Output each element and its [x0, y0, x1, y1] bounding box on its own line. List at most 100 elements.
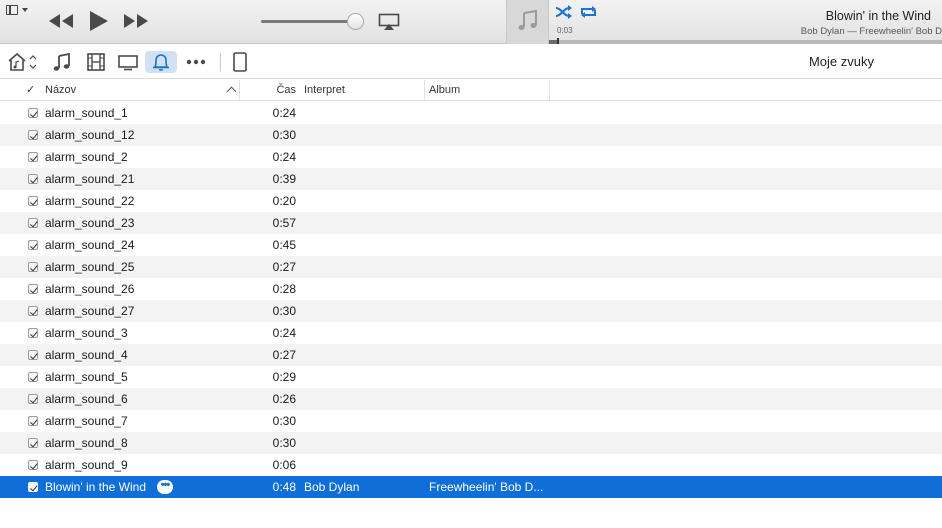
airplay-icon	[378, 13, 400, 30]
more-media-button[interactable]	[184, 51, 208, 73]
progress-scrubber[interactable]	[557, 38, 559, 44]
media-toolbar: Moje zvuky	[0, 45, 942, 79]
track-album	[429, 234, 549, 256]
row-checkbox[interactable]	[28, 284, 38, 294]
track-time: 0:27	[272, 348, 296, 362]
track-time: 0:29	[272, 370, 296, 384]
track-time: 0:20	[272, 194, 296, 208]
repeat-button[interactable]	[579, 5, 598, 19]
window-menu-icon	[6, 5, 18, 15]
track-album	[429, 366, 549, 388]
row-checkbox[interactable]	[28, 372, 38, 382]
play-button[interactable]	[86, 9, 110, 33]
table-row[interactable]: alarm_sound_2 0:24	[0, 146, 942, 168]
track-artist	[304, 168, 424, 190]
row-checkbox[interactable]	[28, 240, 38, 250]
table-row[interactable]: alarm_sound_3 0:24	[0, 322, 942, 344]
bell-icon	[153, 54, 169, 71]
track-artist	[304, 124, 424, 146]
volume-track	[261, 20, 361, 23]
track-time: 0:30	[272, 128, 296, 142]
row-checkbox[interactable]	[28, 416, 38, 426]
table-row[interactable]: alarm_sound_12 0:30	[0, 124, 942, 146]
row-checkbox[interactable]	[28, 306, 38, 316]
empty-row	[0, 498, 942, 520]
tab-movies[interactable]	[86, 51, 106, 73]
row-checkbox[interactable]	[28, 438, 38, 448]
airplay-button[interactable]	[378, 13, 400, 31]
track-album	[429, 388, 549, 410]
track-artist	[304, 102, 424, 124]
row-checkbox[interactable]	[28, 394, 38, 404]
table-row[interactable]: alarm_sound_27 0:30	[0, 300, 942, 322]
table-row[interactable]: alarm_sound_8 0:30	[0, 432, 942, 454]
shuffle-button[interactable]	[555, 5, 573, 19]
tab-tones[interactable]	[145, 51, 177, 73]
elapsed-time: 0:03	[557, 26, 573, 35]
tab-music[interactable]	[52, 51, 72, 73]
table-row[interactable]: alarm_sound_25 0:27	[0, 256, 942, 278]
tab-tv-shows[interactable]	[117, 51, 139, 73]
row-checkbox[interactable]	[28, 262, 38, 272]
track-name: alarm_sound_26	[45, 282, 135, 296]
track-album	[429, 322, 549, 344]
table-row[interactable]: alarm_sound_5 0:29	[0, 366, 942, 388]
track-name: alarm_sound_21	[45, 172, 135, 186]
track-artist	[304, 454, 424, 476]
track-artist	[304, 322, 424, 344]
track-name: alarm_sound_23	[45, 216, 135, 230]
library-selector-button[interactable]	[7, 51, 41, 73]
table-row[interactable]: alarm_sound_26 0:28	[0, 278, 942, 300]
column-header-album[interactable]: Album	[425, 80, 550, 101]
row-checkbox[interactable]	[28, 108, 38, 118]
table-row[interactable]: alarm_sound_24 0:45	[0, 234, 942, 256]
column-header-name-label: Názov	[45, 84, 77, 96]
table-row[interactable]: alarm_sound_9 0:06	[0, 454, 942, 476]
track-time: 0:27	[272, 260, 296, 274]
track-name: alarm_sound_6	[45, 392, 128, 406]
track-name: alarm_sound_25	[45, 260, 135, 274]
table-row[interactable]: alarm_sound_7 0:30	[0, 410, 942, 432]
progress-fill	[549, 40, 557, 44]
row-checkbox[interactable]	[28, 174, 38, 184]
track-artist	[304, 278, 424, 300]
chevron-down-icon	[22, 8, 28, 12]
row-checkbox[interactable]	[28, 130, 38, 140]
row-checkbox[interactable]	[28, 328, 38, 338]
table-row[interactable]: alarm_sound_1 0:24	[0, 102, 942, 124]
row-checkbox[interactable]	[28, 152, 38, 162]
table-row[interactable]: alarm_sound_21 0:39	[0, 168, 942, 190]
column-header-time[interactable]: Čas	[240, 80, 300, 101]
album-artwork[interactable]	[506, 0, 549, 44]
row-checkbox[interactable]	[28, 218, 38, 228]
window-menu-button[interactable]	[6, 4, 32, 18]
column-header-artist[interactable]: Interpret	[300, 80, 425, 101]
row-checkbox[interactable]	[28, 350, 38, 360]
previous-track-button[interactable]	[47, 12, 75, 30]
next-track-button[interactable]	[122, 12, 150, 30]
row-checkbox[interactable]	[28, 482, 38, 492]
track-more-options-button[interactable]: •••	[157, 480, 173, 494]
row-checkbox[interactable]	[28, 196, 38, 206]
music-note-icon	[518, 9, 537, 30]
column-header-checked[interactable]: ✓	[26, 80, 40, 101]
sort-ascending-icon	[226, 86, 237, 97]
playback-progress-bar[interactable]	[549, 38, 942, 44]
table-row[interactable]: alarm_sound_4 0:27	[0, 344, 942, 366]
table-row[interactable]: Blowin' in the Wind 0:48 Bob Dylan Freewhee…	[0, 476, 942, 498]
volume-knob[interactable]	[347, 13, 364, 30]
track-name: alarm_sound_8	[45, 436, 128, 450]
volume-slider[interactable]	[261, 12, 365, 30]
music-note-icon	[53, 52, 70, 71]
table-row[interactable]: alarm_sound_6 0:26	[0, 388, 942, 410]
table-header: ✓ Názov Čas Interpret Album	[0, 80, 942, 101]
track-time: 0:39	[272, 172, 296, 186]
track-time: 0:24	[272, 106, 296, 120]
track-album	[429, 212, 549, 234]
table-row[interactable]: alarm_sound_22 0:20	[0, 190, 942, 212]
track-time: 0:30	[272, 414, 296, 428]
column-header-name[interactable]: Názov	[45, 80, 240, 101]
device-button[interactable]	[232, 51, 248, 73]
table-row[interactable]: alarm_sound_23 0:57	[0, 212, 942, 234]
row-checkbox[interactable]	[28, 460, 38, 470]
